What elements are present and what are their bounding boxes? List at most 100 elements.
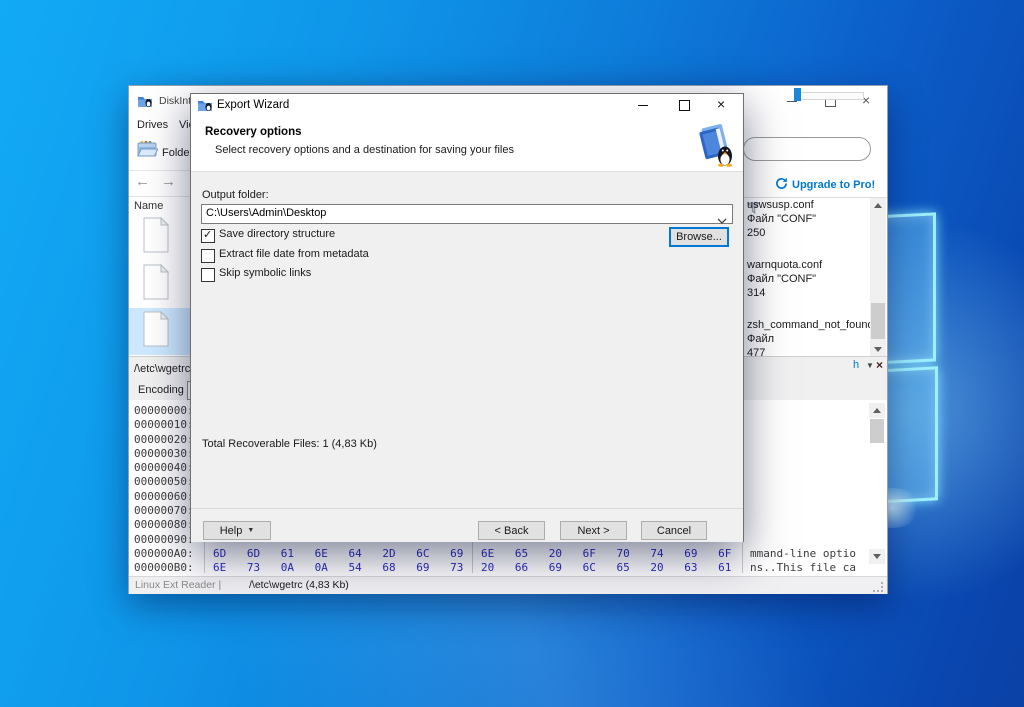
hex-offset: 000000B0: xyxy=(134,561,194,573)
file-name: zsh_command_not_found xyxy=(747,318,867,332)
minimize-button[interactable] xyxy=(787,101,797,102)
search-dropdown-icon[interactable]: ▼ xyxy=(866,361,874,370)
wizard-footer: Help▼ < Back Next > Cancel xyxy=(191,508,743,542)
file-type: Файл "CONF" xyxy=(747,212,867,226)
cancel-button[interactable]: Cancel xyxy=(641,521,707,540)
refresh-icon xyxy=(775,177,788,193)
search-text[interactable]: h xyxy=(853,359,859,371)
file-page-icon xyxy=(143,311,169,347)
hex-row: 000000B0: 6E 73 0A 0A 54 68 69 73 20 66 … xyxy=(129,561,887,573)
file-size: 250 xyxy=(747,226,867,240)
name-column-header[interactable]: Name xyxy=(134,200,163,212)
file-info-item[interactable]: zsh_command_not_found Файл 477 xyxy=(747,318,867,357)
file-page-icon xyxy=(143,217,169,253)
scroll-up-icon[interactable] xyxy=(870,198,886,213)
checkbox-label: Extract file date from metadata xyxy=(219,248,369,260)
checkbox-label: Save directory structure xyxy=(219,228,335,240)
output-folder-value: C:\Users\Admin\Desktop xyxy=(206,207,326,219)
dialog-titlebar[interactable]: Export Wizard × xyxy=(191,94,743,117)
output-folder-label: Output folder: xyxy=(202,189,269,201)
hex-offset: 00000090: xyxy=(134,533,194,546)
checkbox[interactable] xyxy=(201,268,215,282)
statusbar-app-label: Linux Ext Reader | xyxy=(135,579,221,591)
scroll-down-icon[interactable] xyxy=(870,342,886,357)
hex-scroll-up-icon[interactable] xyxy=(869,403,885,418)
hex-bytes-group1: 6D 6D 61 6E 64 2D 6C 69 xyxy=(213,547,463,560)
header-divider xyxy=(129,196,195,197)
dialog-app-icon xyxy=(197,97,213,118)
file-info-item[interactable]: warnquota.conf Файл "CONF" 314 xyxy=(747,258,867,300)
wizard-heading: Recovery options xyxy=(205,126,302,138)
hex-row: 000000A0: 6D 6D 61 6E 64 2D 6C 69 6E 65 … xyxy=(129,547,887,561)
hex-ascii: ns..This file ca xyxy=(750,561,856,573)
current-path-label: /\etc\wgetrc xyxy=(134,363,190,375)
file-name: warnquota.conf xyxy=(747,258,867,272)
total-recoverable-label: Total Recoverable Files: 1 (4,83 Kb) xyxy=(202,438,377,450)
hex-ascii: mmand-line optio xyxy=(750,547,856,560)
hex-offset: 00000020: xyxy=(134,433,194,446)
back-arrow-icon[interactable]: ← xyxy=(135,173,150,190)
browse-button[interactable]: Browse... xyxy=(669,227,729,247)
dialog-minimize-button[interactable] xyxy=(638,105,648,106)
hex-offset: 00000040: xyxy=(134,461,194,474)
wizard-header: Recovery options Select recovery options… xyxy=(191,117,743,172)
scrollbar-thumb[interactable] xyxy=(871,303,885,339)
position-slider-track[interactable] xyxy=(796,92,864,100)
hex-offset: 00000000: xyxy=(134,404,194,417)
toolbar-divider xyxy=(129,170,195,171)
file-name: uswsusp.conf xyxy=(747,198,867,212)
dialog-close-button[interactable]: × xyxy=(717,96,725,112)
hex-scroll-down-icon[interactable] xyxy=(869,549,885,564)
file-list xyxy=(129,214,199,356)
checkbox[interactable] xyxy=(201,249,215,263)
back-button[interactable]: < Back xyxy=(478,521,545,540)
hex-bytes-group2: 6E 65 20 6F 70 74 69 6F xyxy=(481,547,731,560)
linux-reader-logo xyxy=(696,123,736,172)
hex-offset: 00000010: xyxy=(134,418,194,431)
file-type: Файл xyxy=(747,332,867,346)
hex-offset: 00000080: xyxy=(134,518,194,531)
upgrade-label: Upgrade to Pro! xyxy=(792,179,875,191)
statusbar-path: /\etc\wgetrc (4,83 Kb) xyxy=(249,579,349,591)
file-properties-panel: uswsusp.conf Файл "CONF" 250 warnquota.c… xyxy=(739,197,887,357)
desktop-wallpaper: DiskInternals Linux Reader × Drives View… xyxy=(0,0,1024,707)
file-type: Файл "CONF" xyxy=(747,272,867,286)
resize-grip[interactable] xyxy=(873,582,884,592)
dialog-title: Export Wizard xyxy=(217,99,289,111)
checkbox-row[interactable]: Skip symbolic links xyxy=(201,266,501,286)
checkbox-row[interactable]: Extract file date from metadata xyxy=(201,247,501,267)
file-panel-scrollbar[interactable] xyxy=(870,198,886,357)
checkbox[interactable] xyxy=(201,229,215,243)
recovery-options-list: Save directory structure Extract file da… xyxy=(201,227,501,286)
file-info-list: uswsusp.conf Файл "CONF" 250 warnquota.c… xyxy=(747,198,867,357)
search-pill[interactable] xyxy=(743,137,871,161)
hex-offset: 00000060: xyxy=(134,490,194,503)
hex-bytes-group1: 6E 73 0A 0A 54 68 69 73 xyxy=(213,561,463,573)
search-close-icon[interactable]: × xyxy=(876,358,883,372)
position-slider-thumb[interactable] xyxy=(794,88,801,101)
help-button[interactable]: Help▼ xyxy=(203,521,271,540)
forward-arrow-icon[interactable]: → xyxy=(161,173,176,190)
dialog-maximize-button[interactable] xyxy=(679,100,690,111)
file-page-icon xyxy=(143,264,169,300)
hex-scrollbar-thumb[interactable] xyxy=(870,419,884,443)
wizard-subheading: Select recovery options and a destinatio… xyxy=(215,144,514,156)
hex-bytes-group2: 20 66 69 6C 65 20 63 61 xyxy=(481,561,731,573)
export-wizard-dialog: Export Wizard × Recovery options Select … xyxy=(190,93,744,542)
file-info-item[interactable]: uswsusp.conf Файл "CONF" 250 xyxy=(747,198,867,240)
folders-icon xyxy=(136,139,158,166)
checkbox-row[interactable]: Save directory structure xyxy=(201,227,501,247)
hex-offset: 00000030: xyxy=(134,447,194,460)
upgrade-to-pro-link[interactable]: Upgrade to Pro! xyxy=(775,177,875,193)
app-icon xyxy=(137,93,153,114)
next-button[interactable]: Next > xyxy=(560,521,627,540)
hex-offset: 000000A0: xyxy=(134,547,194,560)
file-size: 314 xyxy=(747,286,867,300)
hex-offset: 00000050: xyxy=(134,475,194,488)
output-folder-combobox[interactable]: C:\Users\Admin\Desktop xyxy=(201,204,733,224)
hex-offset: 00000070: xyxy=(134,504,194,517)
menu-drives[interactable]: Drives xyxy=(137,119,168,131)
dropdown-arrow-icon: ▼ xyxy=(247,527,254,534)
encoding-label: Encoding xyxy=(138,384,184,396)
statusbar: Linux Ext Reader | /\etc\wgetrc (4,83 Kb… xyxy=(129,576,887,594)
